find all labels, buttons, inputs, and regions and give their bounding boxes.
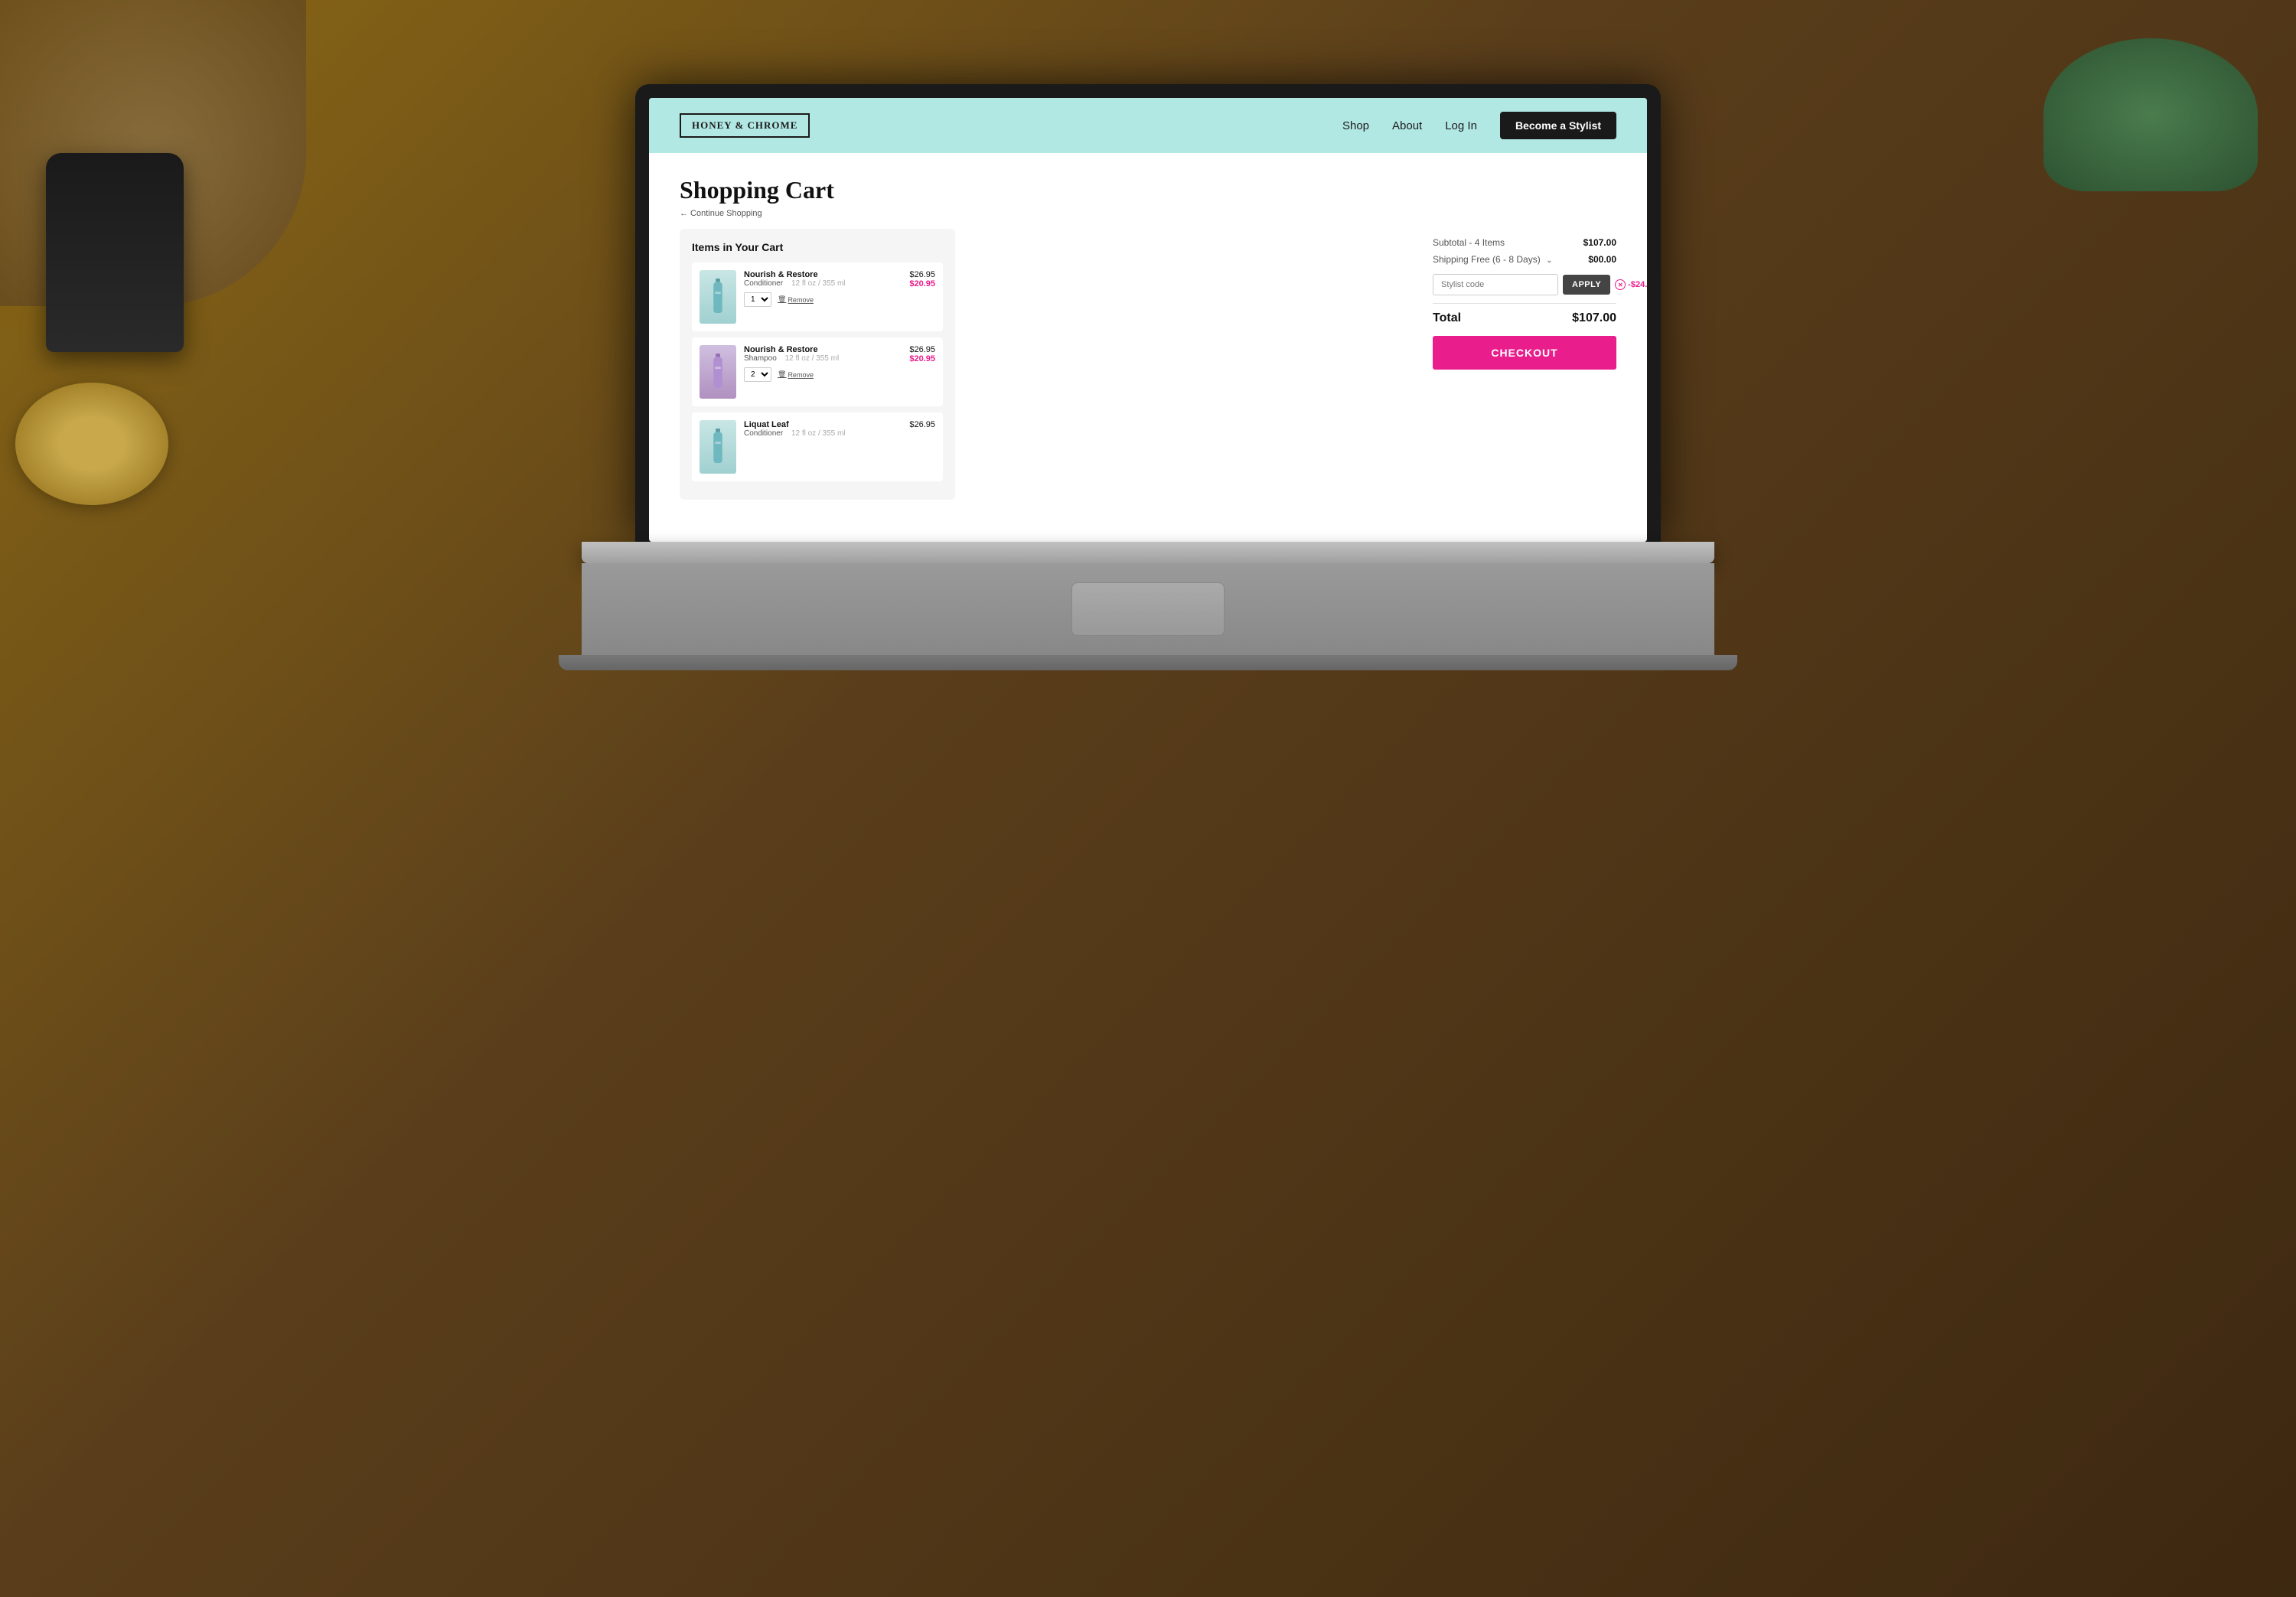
become-stylist-button[interactable]: Become a Stylist — [1500, 112, 1616, 139]
laptop-base — [582, 542, 1714, 563]
item-name-3: Liquat Leaf — [744, 420, 889, 429]
trash-icon: 🗑 — [778, 295, 786, 304]
subtotal-row: Subtotal - 4 Items $107.00 — [1433, 237, 1616, 248]
laptop-bottom — [559, 655, 1737, 670]
shipping-row: Shipping Free (6 - 8 Days) ⌄ $00.00 — [1433, 254, 1616, 265]
total-value: $107.00 — [1572, 311, 1616, 325]
item-name-2: Nourish & Restore — [744, 345, 889, 354]
nav-shop[interactable]: Shop — [1342, 119, 1369, 132]
stylist-code-input[interactable] — [1433, 274, 1558, 295]
item-name-1: Nourish & Restore — [744, 270, 889, 279]
cart-item: Nourish & Restore Conditioner 12 fl oz /… — [692, 262, 943, 331]
bottle-icon-3 — [710, 429, 726, 465]
item-type-1: Conditioner 12 fl oz / 355 ml — [744, 279, 889, 288]
navbar: HONEY & CHROME Shop About Log In Become … — [649, 98, 1647, 153]
item-price-orig-1: $26.95 — [909, 270, 935, 279]
item-image-conditioner-1 — [700, 270, 736, 324]
cart-item: Nourish & Restore Shampoo 12 fl oz / 355… — [692, 337, 943, 406]
subtotal-value: $107.00 — [1583, 237, 1616, 248]
continue-shopping-link[interactable]: ← Continue Shopping — [680, 209, 1410, 218]
item-price-disc-2: $20.95 — [909, 354, 935, 363]
bottle-shampoo-icon — [710, 354, 726, 390]
cart-panel: Items in Your Cart No — [680, 229, 955, 500]
shipping-label: Shipping Free (6 - 8 Days) ⌄ — [1433, 254, 1552, 265]
checkout-button[interactable]: CHECKOUT — [1433, 336, 1616, 370]
laptop-screen: HONEY & CHROME Shop About Log In Become … — [649, 98, 1647, 542]
cart-item: Liquat Leaf Conditioner 12 fl oz / 355 m… — [692, 412, 943, 481]
stylist-code-row: APPLY ✕ -$24.00 — [1433, 274, 1616, 295]
item-price-orig-2: $26.95 — [909, 345, 935, 354]
discount-icon: ✕ — [1615, 279, 1626, 290]
main-content: Shopping Cart ← Continue Shopping Items … — [649, 153, 1647, 542]
total-row: Total $107.00 — [1433, 311, 1616, 325]
item-controls-1: 1 2 3 🗑 Remove — [744, 292, 889, 307]
total-label: Total — [1433, 311, 1461, 325]
nav-about[interactable]: About — [1392, 119, 1422, 132]
trash-icon-2: 🗑 — [778, 370, 786, 379]
cart-section: Shopping Cart ← Continue Shopping Items … — [680, 176, 1410, 519]
item-info-2: Nourish & Restore Shampoo 12 fl oz / 355… — [744, 345, 889, 382]
divider — [1433, 303, 1616, 304]
remove-button-1[interactable]: 🗑 Remove — [778, 295, 814, 304]
item-image-conditioner-2 — [700, 420, 736, 474]
laptop: HONEY & CHROME Shop About Log In Become … — [153, 38, 2143, 1520]
item-info-3: Liquat Leaf Conditioner 12 fl oz / 355 m… — [744, 420, 889, 438]
discount-badge: ✕ -$24.00 — [1615, 279, 1647, 290]
item-type-2: Shampoo 12 fl oz / 355 ml — [744, 354, 889, 363]
order-summary: Subtotal - 4 Items $107.00 Shipping Free… — [1433, 176, 1616, 519]
qty-select-2[interactable]: 1 2 3 — [744, 367, 771, 382]
nav-login[interactable]: Log In — [1445, 119, 1477, 132]
remove-button-2[interactable]: 🗑 Remove — [778, 370, 814, 379]
item-price-disc-1: $20.95 — [909, 279, 935, 288]
item-price-orig-3: $26.95 — [909, 420, 935, 429]
tea-cup-decoration — [15, 383, 168, 505]
subtotal-label: Subtotal - 4 Items — [1433, 237, 1505, 248]
chevron-down-icon: ⌄ — [1546, 256, 1552, 265]
trackpad[interactable] — [1071, 582, 1225, 636]
apply-button[interactable]: APPLY — [1563, 275, 1610, 295]
logo: HONEY & CHROME — [680, 113, 810, 138]
bottle-icon — [710, 279, 726, 315]
laptop-screen-bezel: HONEY & CHROME Shop About Log In Become … — [635, 84, 1661, 542]
item-info-1: Nourish & Restore Conditioner 12 fl oz /… — [744, 270, 889, 307]
item-type-3: Conditioner 12 fl oz / 355 ml — [744, 429, 889, 438]
item-controls-2: 1 2 3 🗑 Remove — [744, 367, 889, 382]
nav-links: Shop About Log In Become a Stylist — [1342, 112, 1616, 139]
item-prices-1: $26.95 $20.95 — [897, 270, 935, 288]
item-prices-2: $26.95 $20.95 — [897, 345, 935, 363]
item-image-shampoo — [700, 345, 736, 399]
laptop-trackpad-area — [582, 563, 1714, 655]
discount-value: -$24.00 — [1628, 280, 1647, 289]
cart-panel-title: Items in Your Cart — [692, 241, 943, 253]
page-title: Shopping Cart — [680, 176, 1410, 204]
shipping-value: $00.00 — [1588, 254, 1616, 265]
qty-select-1[interactable]: 1 2 3 — [744, 292, 771, 307]
item-prices-3: $26.95 — [897, 420, 935, 429]
